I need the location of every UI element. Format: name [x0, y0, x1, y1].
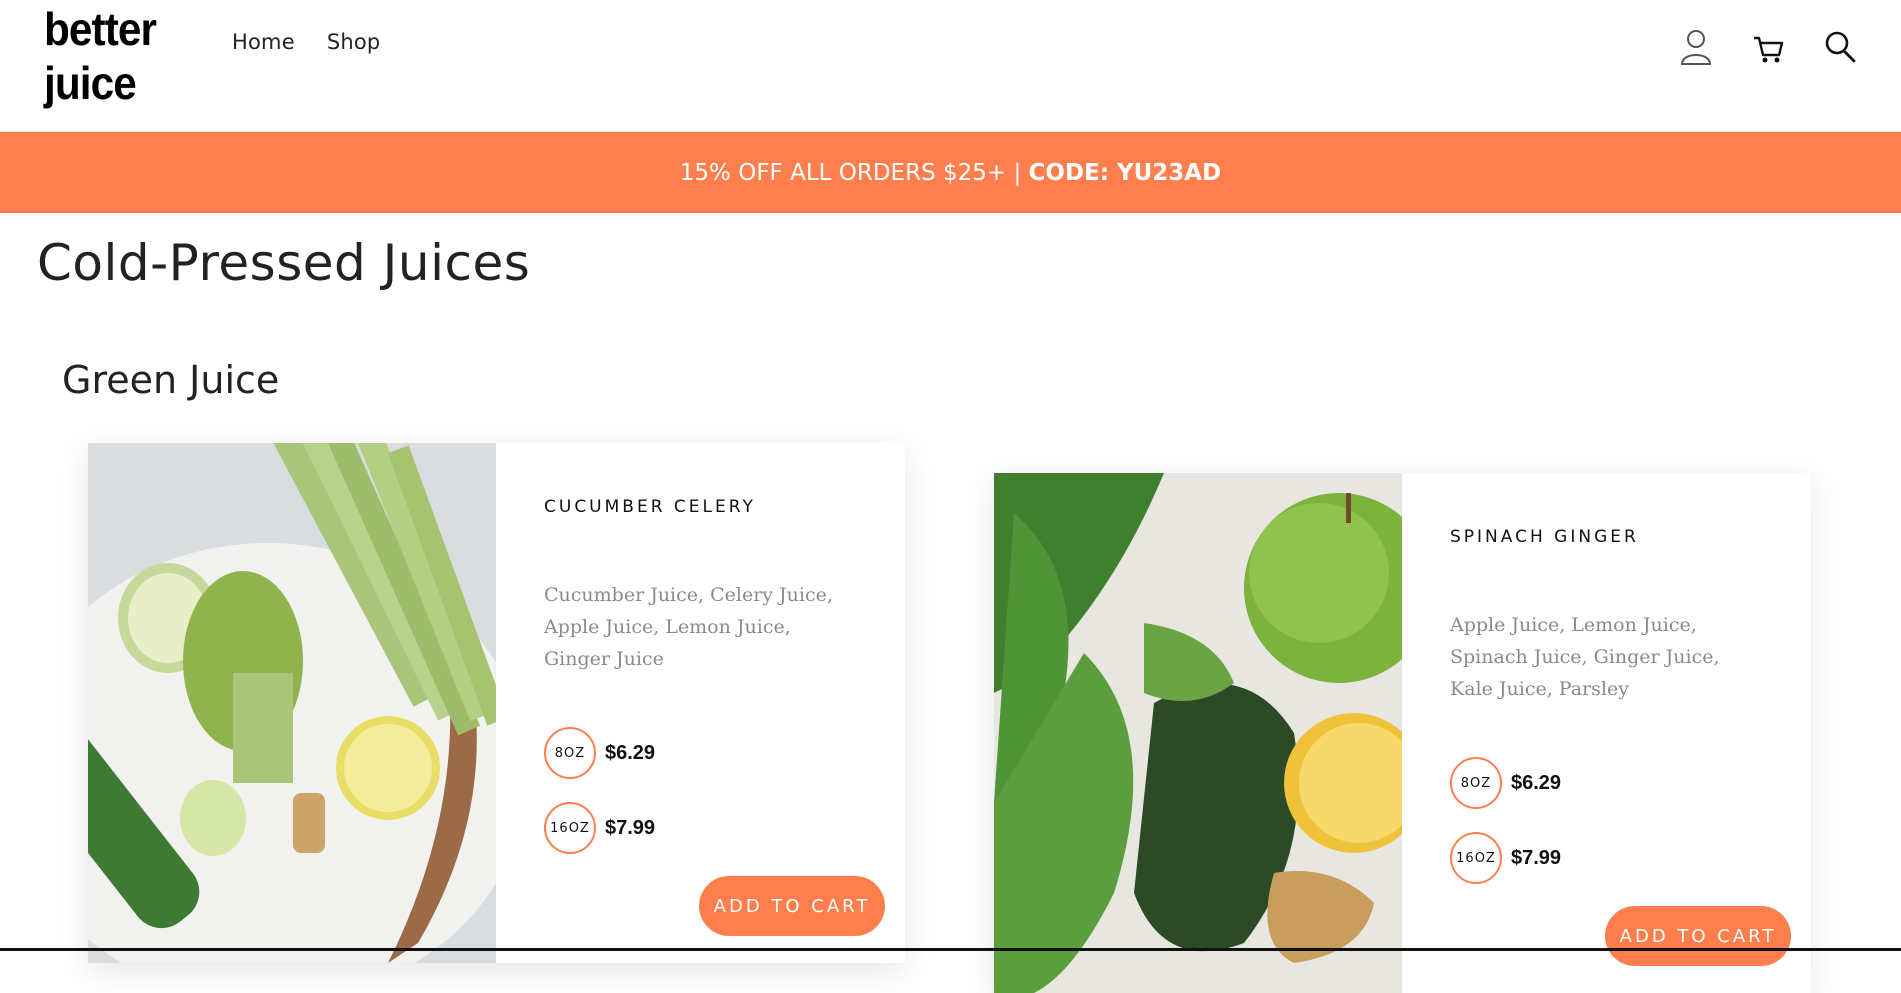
cart-icon[interactable] [1751, 28, 1785, 66]
price: $7.99 [605, 816, 656, 839]
size-option-8oz[interactable]: 8OZ $6.29 [544, 727, 655, 779]
product-ingredients: Apple Juice, Lemon Juice, Spinach Juice,… [1450, 614, 1720, 700]
size-badge[interactable]: 8OZ [1450, 757, 1502, 809]
price: $6.29 [605, 741, 656, 764]
product-image[interactable] [88, 443, 496, 963]
section-title: Green Juice [62, 358, 280, 402]
product-ingredients: Cucumber Juice, Celery Juice, Apple Juic… [544, 584, 833, 670]
size-badge[interactable]: 8OZ [544, 727, 596, 779]
main-nav: Home Shop [232, 30, 380, 54]
product-name[interactable]: CUCUMBER CELERY [544, 497, 756, 517]
size-option-16oz[interactable]: 16OZ $7.99 [544, 802, 655, 854]
price: $7.99 [1511, 846, 1562, 869]
size-badge[interactable]: 16OZ [544, 802, 596, 854]
product-name[interactable]: SPINACH GINGER [1450, 527, 1639, 547]
nav-shop-link[interactable]: Shop [327, 30, 381, 54]
logo[interactable]: better juice [44, 2, 164, 110]
product-card-spinach-ginger: SPINACH GINGER Apple Juice, Lemon Juice,… [994, 473, 1811, 993]
promo-banner: 15% OFF ALL ORDERS $25+ | CODE: YU23AD [0, 132, 1901, 213]
add-to-cart-button[interactable]: ADD TO CART [699, 876, 885, 936]
size-option-16oz[interactable]: 16OZ $7.99 [1450, 832, 1561, 884]
nav-home-link[interactable]: Home [232, 30, 295, 54]
product-image[interactable] [994, 473, 1402, 993]
add-to-cart-button[interactable]: ADD TO CART [1605, 906, 1791, 966]
price: $6.29 [1511, 771, 1562, 794]
account-icon[interactable] [1679, 28, 1713, 66]
size-badge[interactable]: 16OZ [1450, 832, 1502, 884]
page-title: Cold-Pressed Juices [37, 234, 531, 292]
header-icons [1679, 28, 1857, 66]
promo-code: CODE: YU23AD [1028, 159, 1222, 186]
product-card-cucumber-celery: CUCUMBER CELERY Cucumber Juice, Celery J… [88, 443, 905, 963]
promo-text: 15% OFF ALL ORDERS $25+ | [679, 159, 1029, 186]
site-header: better juice Home Shop [0, 0, 1901, 132]
search-icon[interactable] [1823, 28, 1857, 66]
size-option-8oz[interactable]: 8OZ $6.29 [1450, 757, 1561, 809]
